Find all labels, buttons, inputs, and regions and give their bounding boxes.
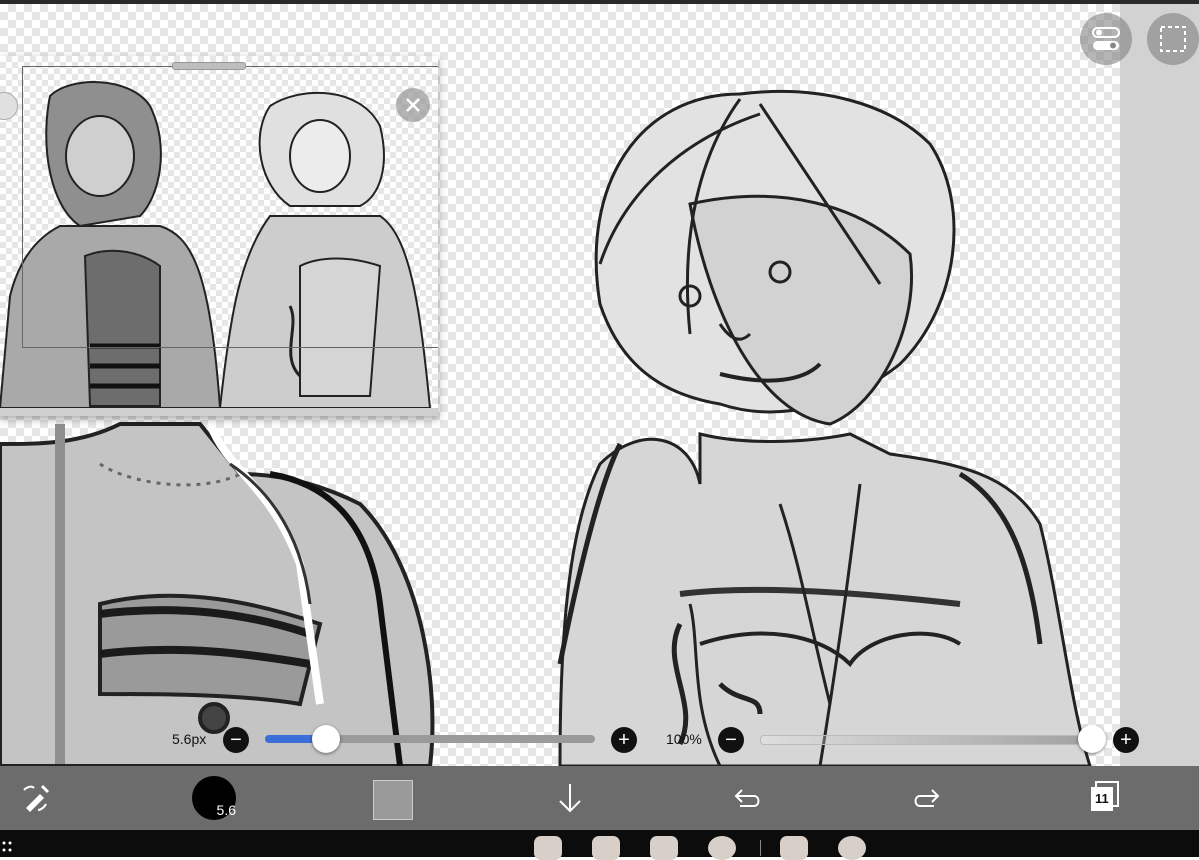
- redo-icon: [914, 789, 940, 807]
- youtube-icon[interactable]: [780, 836, 808, 860]
- painted-figure: [0, 422, 435, 766]
- opacity-track[interactable]: [760, 735, 1096, 745]
- minus-icon: −: [725, 729, 737, 751]
- brush-size-knob[interactable]: [312, 725, 340, 753]
- color-swatch[interactable]: [373, 780, 413, 820]
- reference-viewport-frame: [22, 66, 438, 348]
- plus-icon: +: [618, 729, 630, 751]
- layers-button[interactable]: 11: [1088, 780, 1122, 814]
- apps-grid-icon[interactable]: [2, 840, 12, 854]
- undo-icon: [734, 789, 760, 807]
- reference-close-button[interactable]: [396, 88, 430, 122]
- selection-button[interactable]: [1147, 13, 1199, 65]
- contacts-icon[interactable]: [650, 836, 678, 860]
- files-icon[interactable]: [534, 836, 562, 860]
- toggle-panels-button[interactable]: [1080, 13, 1132, 65]
- brush-size-value: 5.6px: [172, 731, 207, 747]
- undo-button[interactable]: [731, 782, 765, 814]
- sketch-figure: [557, 90, 1092, 766]
- layer-count: 11: [1095, 791, 1109, 806]
- redo-button[interactable]: [909, 782, 943, 814]
- drag-handle[interactable]: [172, 62, 246, 70]
- brush-preview[interactable]: 5.6: [192, 776, 236, 820]
- right-panel-strip: [1120, 4, 1199, 766]
- tool-switch-icon: [23, 784, 50, 812]
- chrome-icon[interactable]: [838, 836, 866, 860]
- phone-icon[interactable]: [592, 836, 620, 860]
- download-icon: [559, 784, 581, 813]
- plus-icon: +: [1120, 729, 1132, 751]
- opacity-knob[interactable]: [1078, 725, 1106, 753]
- selection-icon: [1160, 26, 1186, 52]
- toggle-panels-icon: [1092, 27, 1120, 50]
- download-button[interactable]: [554, 780, 586, 816]
- opacity-increase-button[interactable]: +: [1113, 727, 1139, 753]
- tool-switch-button[interactable]: [18, 780, 54, 816]
- reference-window[interactable]: [0, 56, 438, 416]
- close-icon: [406, 98, 420, 112]
- opacity-value: 100%: [666, 731, 702, 747]
- messages-icon[interactable]: [708, 836, 736, 860]
- bottom-toolbar: 5.6 11: [0, 766, 1199, 830]
- opacity-decrease-button[interactable]: −: [718, 727, 744, 753]
- taskbar-divider: [760, 840, 761, 856]
- brush-size-increase-button[interactable]: +: [611, 727, 637, 753]
- brush-size-badge: 5.6: [216, 802, 236, 818]
- brush-size-decrease-button[interactable]: −: [223, 727, 249, 753]
- minus-icon: −: [230, 729, 242, 751]
